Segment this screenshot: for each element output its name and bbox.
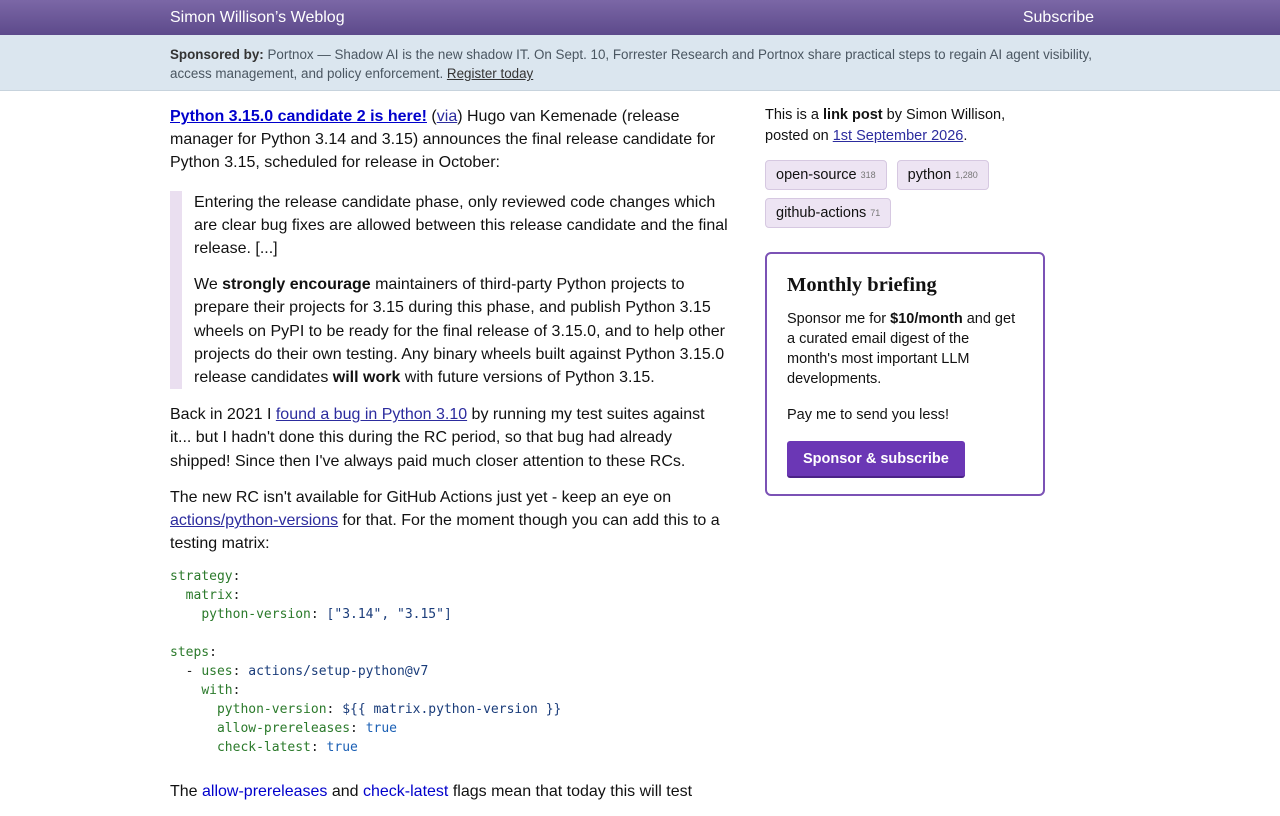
via-open: ( <box>426 108 437 125</box>
yaml-code-block: strategy: matrix: python-version: ["3.14… <box>170 569 562 755</box>
release-quote: Entering the release candidate phase, on… <box>170 190 730 390</box>
briefing-title: Monthly briefing <box>787 274 937 296</box>
code-python-version-expr: ${{ matrix.python-version }} <box>342 701 562 717</box>
briefing-text-a: Sponsor me for <box>787 311 891 327</box>
p2-a: Back in 2021 I <box>170 406 276 424</box>
check-latest-link[interactable]: check-latest <box>363 783 448 800</box>
code-true-1: true <box>365 720 397 736</box>
tag-python[interactable]: python 1,280 <box>896 160 989 190</box>
register-today-link[interactable]: Register today <box>447 66 533 81</box>
tag-list: open-source 318 python 1,280 github-action… <box>765 160 1005 228</box>
tag-count: 318 <box>860 170 876 180</box>
sponsor-subscribe-button[interactable]: Sponsor & subscribe <box>787 441 965 478</box>
post-paragraph-actions: The new RC isn't available for GitHub Ac… <box>170 486 730 556</box>
post-intro: Python 3.15.0 candidate 2 is here! (via)… <box>170 105 730 175</box>
tag-count: 1,280 <box>955 170 978 180</box>
sponsor-label: Sponsored by: <box>170 47 264 62</box>
top-bar-inner: Simon Willison’s Weblog Subscribe <box>170 0 1110 35</box>
p4-a: The <box>170 782 203 800</box>
post-meta: This is a link post by Simon Willison, p… <box>765 105 1045 147</box>
sponsor-banner: Sponsored by: Portnox — Shadow AI is the… <box>0 35 1280 91</box>
code-steps: steps <box>170 645 210 661</box>
code-python-version-key: python-version <box>201 607 311 623</box>
sidebar: This is a link post by Simon Willison, p… <box>765 105 1045 496</box>
briefing-text-2: Pay me to send you less! <box>787 407 949 423</box>
tag-label: open-source <box>776 167 857 183</box>
post-content: Python 3.15.0 candidate 2 is here! (via)… <box>170 105 730 816</box>
code-allow-prereleases: allow-prereleases <box>216 720 351 736</box>
quote-paragraph-1: Entering the release candidate phase, on… <box>194 193 728 258</box>
monthly-briefing-box: Monthly briefing Sponsor me for $10/mont… <box>765 252 1045 496</box>
meta-a: This is a <box>765 107 824 123</box>
found-bug-link[interactable]: found a bug in Python 3.10 <box>276 406 467 423</box>
code-check-latest: check-latest <box>216 739 311 755</box>
p4-b: flags mean that today this will test <box>448 782 693 800</box>
code-python-version-key-2: python-version <box>216 701 327 717</box>
code-matrix: matrix <box>185 588 233 604</box>
python-versions-link[interactable]: actions/python-versions <box>170 512 338 529</box>
code-python-version-val: ["3.14", "3.15"] <box>326 607 452 623</box>
code-uses: uses <box>201 663 233 679</box>
tag-label: github-actions <box>776 205 867 221</box>
post-title-link[interactable]: Python 3.15.0 candidate 2 is here! <box>170 108 427 125</box>
code-true-2: true <box>326 739 358 755</box>
top-bar: Simon Willison’s Weblog Subscribe <box>0 0 1280 35</box>
code-uses-val: actions/setup-python@v7 <box>248 663 429 679</box>
post-date-link[interactable]: 1st September 2026 <box>833 128 964 144</box>
post-paragraph-flags: The allow-prereleases and check-latest f… <box>170 780 730 803</box>
meta-d: . <box>963 128 968 144</box>
quote2-e: with future versions of Python 3.15. <box>400 369 655 387</box>
code-strategy: strategy <box>170 569 233 585</box>
meta-link-post: link post <box>823 107 883 123</box>
tag-label: python <box>907 167 952 183</box>
briefing-text: Sponsor me for $10/month and get a curat… <box>787 309 1023 389</box>
quote2-strong-encourage: strongly encourage <box>222 276 371 294</box>
briefing-price: $10/month <box>890 311 963 327</box>
subscribe-link[interactable]: Subscribe <box>1023 9 1094 27</box>
via-link[interactable]: via <box>437 108 457 125</box>
post-paragraph-bug: Back in 2021 I found a bug in Python 3.1… <box>170 403 730 473</box>
tag-open-source[interactable]: open-source 318 <box>765 160 887 190</box>
sponsor-text: Sponsored by: Portnox — Shadow AI is the… <box>170 35 1120 83</box>
p4-and: and <box>327 782 363 800</box>
site-title-link[interactable]: Simon Willison’s Weblog <box>170 9 345 27</box>
quote-paragraph-2: We strongly encourage maintainers of thi… <box>194 273 730 389</box>
tag-github-actions[interactable]: github-actions 71 <box>765 198 892 228</box>
allow-prereleases-link[interactable]: allow-prereleases <box>202 783 327 800</box>
main-area: Python 3.15.0 candidate 2 is here! (via)… <box>0 91 1280 800</box>
quote2-a: We <box>194 276 223 294</box>
sponsor-message: Portnox — Shadow AI is the new shadow IT… <box>170 47 1092 81</box>
p3-a: The new RC isn't available for GitHub Ac… <box>170 488 672 506</box>
quote2-will-work: will work <box>332 369 401 387</box>
tag-count: 71 <box>870 208 881 218</box>
code-with: with <box>201 682 233 698</box>
